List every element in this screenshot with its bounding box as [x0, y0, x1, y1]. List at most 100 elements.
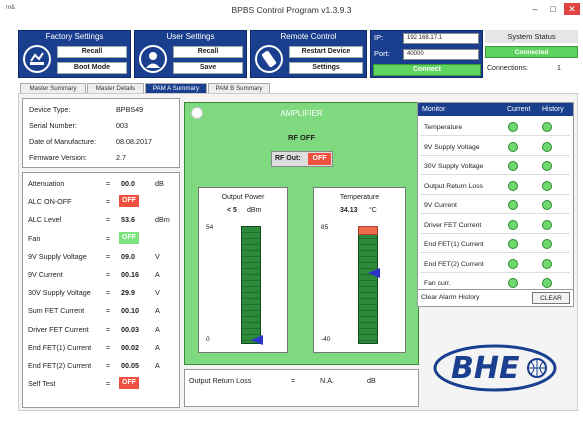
system-status-title: System Status: [485, 30, 578, 43]
title-bar: m& BPBS Control Program v1.3.9.3 – □ ✕: [0, 0, 583, 20]
restart-device-button[interactable]: Restart Device: [289, 46, 363, 58]
history-status-led: [542, 161, 552, 171]
monitor-col-current: Current: [507, 106, 531, 113]
boot-mode-button[interactable]: Boot Mode: [57, 62, 127, 74]
current-status-led: [508, 200, 518, 210]
monitor-header: Monitor Current History: [418, 103, 573, 116]
remote-settings-button[interactable]: Settings: [289, 62, 363, 74]
temperature-value: 34.13: [340, 207, 358, 214]
monitor-item-label: Driver FET Current: [424, 221, 482, 229]
temperature-unit: °C: [369, 207, 377, 214]
rf-state: RF OFF: [287, 133, 316, 142]
connections-label: Connections:: [487, 65, 528, 72]
clear-alarm-row: Clear Alarm History CLEAR: [417, 289, 574, 307]
serial-number-label: Serial Number:: [29, 121, 77, 130]
close-icon[interactable]: ✕: [564, 3, 580, 15]
temperature-alarm-zone: [358, 226, 378, 236]
param-unit: dB: [155, 179, 164, 188]
output-power-min-label: 0: [206, 336, 210, 343]
monitor-item-label: End FET(2) Current: [424, 260, 484, 268]
ip-input[interactable]: 192.168.17.1: [403, 33, 479, 44]
output-power-meter: Output Power < 5 dBm 54 0: [198, 187, 288, 353]
return-loss-label: Output Return Loss: [189, 376, 252, 385]
factory-settings-panel: Factory Settings Recall Boot Mode: [18, 30, 131, 78]
serial-number-value: 003: [116, 121, 128, 130]
param-eq: =: [106, 251, 111, 261]
history-status-led: [542, 258, 552, 269]
temperature-title: Temperature: [339, 194, 380, 201]
monitor-item-label: Temperature: [424, 124, 463, 131]
param-label: ALC ON-OFF: [28, 197, 72, 207]
user-save-button[interactable]: Save: [173, 62, 243, 74]
parameter-list: Attenuation = 00.0 dB ALC ON-OFF = OFF ALC Leve…: [22, 172, 180, 408]
remote-control-panel: Remote Control Restart Device Settings: [250, 30, 367, 78]
connection-panel: IP: 192.168.17.1 Port: 40000 Connect: [370, 30, 483, 78]
remote-icon: [255, 45, 283, 73]
param-eq: =: [106, 306, 111, 316]
reset-icon: [23, 45, 51, 73]
device-type-label: Device Type:: [29, 105, 71, 114]
history-status-led: [542, 180, 552, 191]
rf-out-value[interactable]: OFF: [308, 153, 331, 165]
monitor-row: 9V Supply Voltage: [420, 139, 570, 156]
manufacture-date-label: Date of Manufacture:: [29, 137, 97, 146]
svg-text:BHE: BHE: [451, 351, 520, 386]
history-status-led: [542, 219, 552, 230]
rf-out-indicator: RF Out: OFF: [271, 151, 333, 167]
monitor-row: Output Return Loss: [420, 178, 570, 195]
monitor-item-label: 30V Supply Voltage: [424, 163, 484, 170]
user-settings-title: User Settings: [166, 32, 215, 41]
current-status-led: [508, 219, 518, 230]
window-title: BPBS Control Program v1.3.9.3: [231, 5, 352, 15]
param-label: Driver FET Current: [28, 324, 89, 334]
factory-settings-title: Factory Settings: [45, 32, 104, 41]
connect-button[interactable]: Connect: [373, 64, 481, 76]
monitor-item-label: End FET(1) Current: [424, 241, 484, 248]
current-status-led: [508, 239, 518, 249]
current-status-led: [508, 258, 518, 269]
output-power-unit: dBm: [247, 207, 262, 214]
user-settings-panel: User Settings Recall Save: [134, 30, 247, 78]
monitor-row: Driver FET Current: [420, 217, 570, 234]
param-label: Sum FET Current: [28, 306, 85, 316]
param-value: 09.0: [121, 251, 135, 261]
param-label: Self Test: [28, 379, 56, 389]
device-type-value: BPBS49: [116, 105, 144, 114]
param-state-badge[interactable]: OFF: [119, 377, 139, 390]
factory-recall-button[interactable]: Recall: [57, 46, 127, 58]
temperature-min-label: -40: [321, 336, 331, 343]
param-label: Attenuation: [28, 179, 65, 188]
user-icon: [139, 45, 167, 73]
return-loss-unit: dB: [367, 376, 376, 385]
clear-alarm-button[interactable]: CLEAR: [532, 292, 570, 304]
history-status-led: [542, 239, 552, 249]
firmware-version-value: 2.7: [116, 153, 126, 162]
port-input[interactable]: 40000: [403, 49, 479, 60]
param-state-badge[interactable]: OFF: [119, 231, 139, 244]
monitor-panel: Monitor Current History Temperature 9V Su…: [417, 102, 574, 306]
param-label: Fan: [28, 233, 41, 243]
param-label: ALC Level: [28, 215, 62, 225]
param-value: 00.03: [121, 324, 139, 334]
param-unit: A: [155, 342, 160, 352]
param-value: 00.16: [121, 270, 139, 279]
minimize-icon[interactable]: –: [528, 3, 542, 15]
param-eq: =: [106, 197, 111, 207]
output-power-max-label: 54: [206, 224, 214, 231]
return-loss-value: N.A.: [320, 376, 334, 385]
user-recall-button[interactable]: Recall: [173, 46, 243, 58]
param-unit: dBm: [155, 215, 170, 225]
param-eq: =: [106, 179, 111, 188]
temperature-bar: [358, 226, 378, 344]
param-state-badge[interactable]: OFF: [119, 195, 139, 208]
param-unit: A: [155, 306, 160, 316]
param-eq: =: [106, 288, 111, 298]
current-status-led: [508, 278, 518, 288]
output-power-pointer: [251, 335, 263, 346]
param-eq: =: [106, 324, 111, 334]
maximize-icon[interactable]: □: [546, 3, 560, 15]
param-eq: =: [106, 379, 111, 389]
system-status-panel: System Status Connected Connections: 1: [485, 30, 578, 78]
temperature-max-label: 85: [321, 224, 329, 231]
param-eq: =: [106, 342, 111, 352]
